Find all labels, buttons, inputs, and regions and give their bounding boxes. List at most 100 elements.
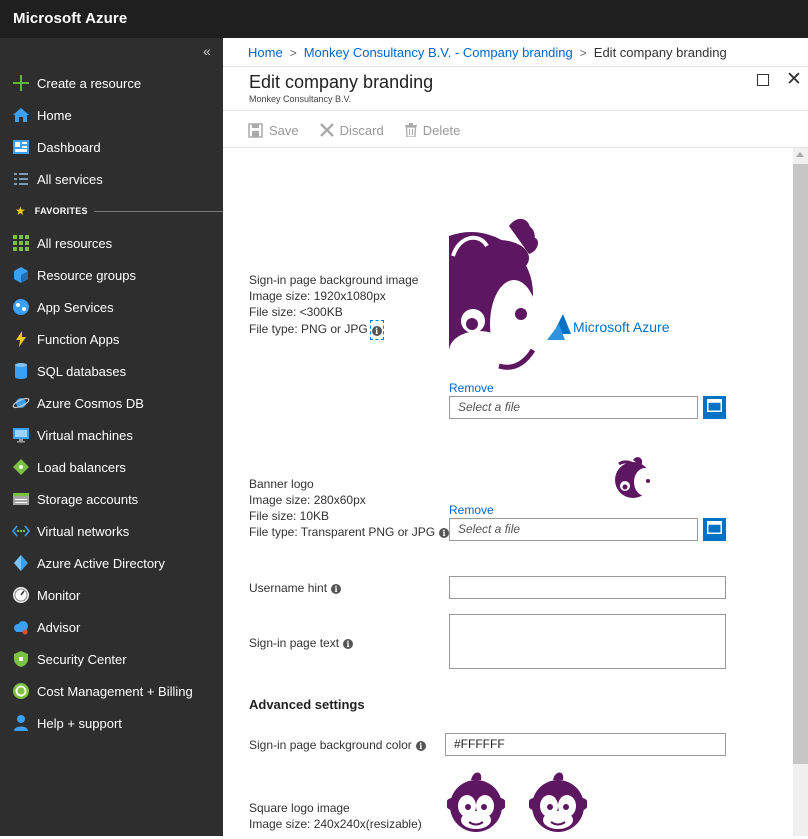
sidebar-item-all-resources[interactable]: All resources <box>0 229 223 257</box>
sidebar-item-cost-management[interactable]: Cost Management + Billing <box>0 677 223 705</box>
sidebar-item-monitor[interactable]: Monitor <box>0 581 223 609</box>
info-icon-focused[interactable]: i <box>369 320 384 340</box>
username-hint-input[interactable] <box>449 576 726 599</box>
main-blade: Home > Monkey Consultancy B.V. - Company b… <box>223 38 808 836</box>
page-title: Edit company branding <box>249 72 434 92</box>
favorites-header: ★ FAVORITES <box>0 204 223 218</box>
info-icon[interactable]: i <box>371 325 382 336</box>
lightning-icon <box>12 330 30 348</box>
sidebar-item-sql-databases[interactable]: SQL databases <box>0 357 223 385</box>
sidebar-item-label: Create a resource <box>37 75 142 91</box>
save-button[interactable]: Save <box>248 123 299 138</box>
divider <box>223 66 808 67</box>
folder-icon <box>707 520 722 539</box>
sidebar-item-label: Home <box>37 107 72 123</box>
sidebar-item-storage-accounts[interactable]: Storage accounts <box>0 485 223 513</box>
sidebar-item-azure-ad[interactable]: Azure Active Directory <box>0 549 223 577</box>
discard-icon <box>319 123 334 137</box>
globe-icon <box>12 298 30 316</box>
signin-text-textarea[interactable] <box>449 614 726 669</box>
bg-image-remove-link[interactable]: Remove <box>449 381 494 395</box>
close-icon[interactable]: ✕ <box>786 70 802 89</box>
divider <box>223 147 808 148</box>
delete-button[interactable]: Delete <box>404 122 461 138</box>
sidebar-item-app-services[interactable]: App Services <box>0 293 223 321</box>
maximize-icon[interactable] <box>757 74 769 86</box>
info-icon[interactable]: i <box>331 583 342 594</box>
database-icon <box>12 362 30 380</box>
sidebar-item-load-balancers[interactable]: Load balancers <box>0 453 223 481</box>
scrollbar[interactable] <box>793 148 808 836</box>
banner-file-input[interactable]: Select a file <box>449 518 698 541</box>
save-icon <box>248 122 263 138</box>
advanced-settings-heading: Advanced settings <box>249 697 365 712</box>
command-bar: Save Discard Delete <box>248 120 481 140</box>
info-icon[interactable]: i <box>343 638 354 649</box>
sidebar-item-label: Function Apps <box>37 331 120 347</box>
sidebar-item-resource-groups[interactable]: Resource groups <box>0 261 223 289</box>
favorites-label: FAVORITES <box>34 206 88 216</box>
sidebar-item-create-resource[interactable]: Create a resource <box>0 69 223 97</box>
signin-text-label: Sign-in page text i <box>249 635 354 651</box>
breadcrumb: Home > Monkey Consultancy B.V. - Company b… <box>248 45 727 60</box>
discard-button[interactable]: Discard <box>319 123 384 138</box>
page-subtitle: Monkey Consultancy B.V. <box>249 94 352 104</box>
bg-image-preview: Microsoft Azure <box>449 216 727 377</box>
person-icon <box>12 714 30 732</box>
delete-label: Delete <box>422 122 461 138</box>
sidebar-item-security-center[interactable]: Security Center <box>0 645 223 673</box>
network-icon <box>12 522 30 540</box>
scrollbar-thumb[interactable] <box>793 164 808 764</box>
bg-image-label: Sign-in page background image <box>249 273 419 287</box>
divider <box>223 110 808 111</box>
collapse-sidebar-icon[interactable]: « <box>203 43 211 59</box>
info-icon[interactable]: i <box>439 527 450 538</box>
save-label: Save <box>269 122 299 138</box>
sidebar-item-advisor[interactable]: Advisor <box>0 613 223 641</box>
grid-icon <box>12 234 30 252</box>
sidebar-item-label: App Services <box>37 299 114 315</box>
breadcrumb-home[interactable]: Home <box>248 45 283 60</box>
scroll-up-icon[interactable] <box>796 152 804 157</box>
sidebar-item-label: Load balancers <box>37 459 126 475</box>
sidebar-item-label: Dashboard <box>37 139 101 155</box>
breadcrumb-current: Edit company branding <box>593 45 727 60</box>
banner-logo-preview <box>611 456 661 500</box>
square-logo-size: Image size: 240x240x(resizable) <box>249 817 422 831</box>
sidebar-item-label: Virtual networks <box>37 523 130 539</box>
bg-image-browse-button[interactable] <box>703 396 726 419</box>
sidebar-item-function-apps[interactable]: Function Apps <box>0 325 223 353</box>
bg-image-file-input[interactable]: Select a file <box>449 396 698 419</box>
app-title[interactable]: Microsoft Azure <box>13 10 127 27</box>
sidebar-item-cosmos-db[interactable]: Azure Cosmos DB <box>0 389 223 417</box>
banner-browse-button[interactable] <box>703 518 726 541</box>
sidebar-item-help-support[interactable]: Help + support <box>0 709 223 737</box>
info-icon[interactable]: i <box>415 740 426 751</box>
square-logo-label-block: Square logo image Image size: 240x240x(r… <box>249 800 422 832</box>
sidebar-item-label: Security Center <box>37 651 127 667</box>
breadcrumb-separator: > <box>289 46 297 60</box>
sidebar-item-label: Help + support <box>37 715 122 731</box>
square-logo-label: Square logo image <box>249 801 350 815</box>
cube-icon <box>12 266 30 284</box>
bg-image-label-block: Sign-in page background image Image size… <box>249 272 418 340</box>
sidebar-item-label: Azure Active Directory <box>37 555 165 571</box>
breadcrumb-company-branding[interactable]: Monkey Consultancy B.V. - Company brandi… <box>304 45 573 60</box>
bg-image-file-size: File size: <300KB <box>249 305 343 319</box>
list-icon <box>12 170 30 188</box>
sidebar-item-dashboard[interactable]: Dashboard <box>0 133 223 161</box>
banner-label: Banner logo <box>249 477 314 491</box>
folder-icon <box>707 398 722 417</box>
banner-size: Image size: 280x60px <box>249 493 366 507</box>
home-icon <box>12 106 30 124</box>
sidebar-item-home[interactable]: Home <box>0 101 223 129</box>
sidebar-item-virtual-machines[interactable]: Virtual machines <box>0 421 223 449</box>
azure-logo-icon <box>547 314 571 340</box>
banner-label-block: Banner logo Image size: 280x60px File si… <box>249 476 450 540</box>
bg-color-input[interactable]: #FFFFFF <box>445 733 726 756</box>
coin-icon <box>12 682 30 700</box>
sidebar-item-virtual-networks[interactable]: Virtual networks <box>0 517 223 545</box>
sidebar-item-label: Virtual machines <box>37 427 133 443</box>
sidebar-item-all-services[interactable]: All services <box>0 165 223 193</box>
banner-remove-link[interactable]: Remove <box>449 503 494 517</box>
